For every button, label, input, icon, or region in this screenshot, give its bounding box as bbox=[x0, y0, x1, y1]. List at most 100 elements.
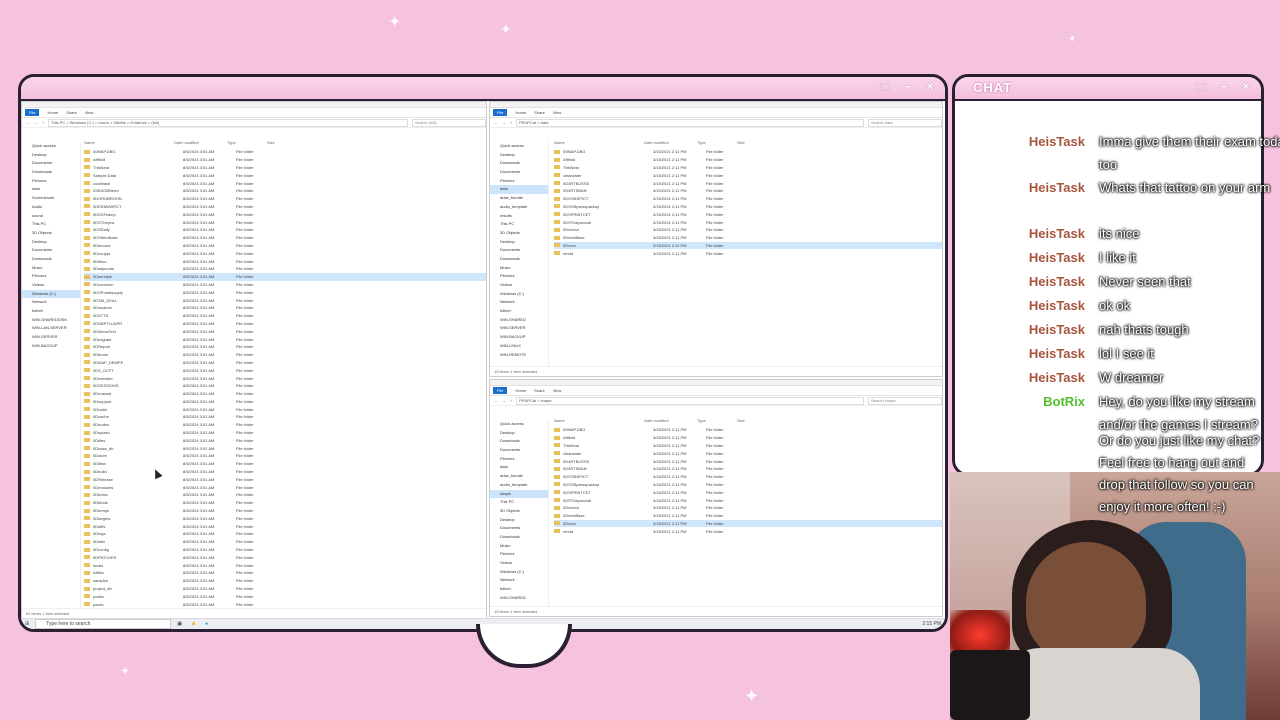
column-header[interactable]: Type bbox=[697, 140, 737, 148]
file-row[interactable]: ThisNear 3/15/2021 2:11 PM File folder bbox=[554, 442, 942, 450]
file-row[interactable]: 0DOROBRGHN 8/5/2024 3:51 AM File folder bbox=[84, 195, 486, 203]
file-row[interactable]: clearwater 3/15/2021 2:11 PM File folder bbox=[554, 171, 942, 179]
column-header[interactable]: Name bbox=[554, 140, 644, 148]
nav-item[interactable]: 3D Objects bbox=[490, 229, 548, 238]
nav-item[interactable]: Desktop bbox=[490, 238, 548, 247]
column-header[interactable]: Name bbox=[84, 140, 174, 148]
nav-item[interactable]: fullnet bbox=[22, 307, 80, 316]
file-row[interactable]: Afitfold 3/15/2021 2:11 PM File folder bbox=[554, 156, 942, 164]
file-row[interactable]: ThisNear 8/5/2024 3:51 AM File folder bbox=[84, 164, 486, 172]
column-header[interactable]: Size bbox=[737, 140, 767, 148]
file-row[interactable]: 0DSPortalsupply 8/5/2024 3:51 AM File fo… bbox=[84, 288, 486, 296]
file-row[interactable]: 0DSOBpresspackup 3/15/2021 2:11 PM File … bbox=[554, 203, 942, 211]
file-row[interactable]: 0Dmodules 8/5/2024 3:51 AM File folder bbox=[84, 483, 486, 491]
ribbon-tab[interactable]: File bbox=[25, 109, 40, 116]
up-arrow-icon[interactable]: ↑ bbox=[510, 398, 512, 403]
file-row[interactable]: lvlfiles 8/5/2024 3:51 AM File folder bbox=[84, 569, 486, 577]
file-row[interactable]: 0Dsupport 8/5/2024 3:51 AM File folder bbox=[84, 398, 486, 406]
file-row[interactable]: 0Dbuild 8/5/2024 3:51 AM File folder bbox=[84, 468, 486, 476]
nav-item[interactable]: Desktop bbox=[22, 151, 80, 160]
nav-item[interactable]: Downloads bbox=[490, 437, 548, 446]
file-row[interactable]: 0DnewBase 3/15/2021 2:11 PM File folder bbox=[554, 234, 942, 242]
file-row[interactable]: 0D4RTBUSSS 3/15/2021 2:11 PM File folder bbox=[554, 457, 942, 465]
file-row[interactable]: 0Dtilton 8/5/2024 3:51 AM File folder bbox=[84, 257, 486, 265]
file-row[interactable]: 0Dbase_db 8/5/2024 3:51 AM File folder bbox=[84, 444, 486, 452]
explorer-search-input[interactable]: Search (full) bbox=[412, 118, 486, 127]
file-row[interactable]: 0Dcore 3/15/2021 2:11 PM File folder bbox=[554, 241, 942, 250]
column-header[interactable]: Date modified bbox=[174, 140, 227, 148]
file-row[interactable]: 0Dwiki 8/5/2024 3:51 AM File folder bbox=[84, 538, 486, 546]
file-row[interactable]: remtd 3/15/2021 2:11 PM File folder bbox=[554, 249, 942, 257]
nav-item[interactable]: This PC bbox=[490, 220, 548, 229]
file-row[interactable]: 0Docuppr 8/5/2024 3:51 AM File folder bbox=[84, 249, 486, 257]
ribbon-tab[interactable]: View bbox=[553, 110, 562, 115]
nav-item[interactable]: WIN-SHARED bbox=[490, 316, 548, 325]
nav-item[interactable]: WIN-LAN-SERVER bbox=[22, 324, 80, 333]
ribbon-tab[interactable]: View bbox=[85, 110, 94, 115]
file-row[interactable]: 0Dlogs 8/5/2024 3:51 AM File folder bbox=[84, 530, 486, 538]
nav-item[interactable]: Documents bbox=[22, 246, 80, 255]
file-row[interactable]: 0Dfuncs 8/5/2024 3:51 AM File folder bbox=[84, 491, 486, 499]
nav-item[interactable]: Documents bbox=[490, 524, 548, 533]
file-row[interactable]: 0Dwipeouts 8/5/2024 3:51 AM File folder bbox=[84, 265, 486, 273]
nav-item[interactable]: Network bbox=[22, 298, 80, 307]
file-row[interactable]: 0DSPRINTCET 3/15/2021 2:11 PM File folde… bbox=[554, 210, 942, 218]
file-row[interactable]: 0DSItemBase 8/5/2024 3:51 AM File folder bbox=[84, 234, 486, 242]
nav-item[interactable]: Documents bbox=[490, 446, 548, 455]
nav-item[interactable]: WIN-SERVER bbox=[22, 333, 80, 342]
nav-item[interactable]: data bbox=[22, 185, 80, 194]
edge-icon[interactable]: ● bbox=[205, 621, 208, 627]
up-arrow-icon[interactable]: ↑ bbox=[510, 120, 512, 125]
nav-item[interactable]: Downloads bbox=[490, 159, 548, 168]
nav-item[interactable]: Videos bbox=[490, 281, 548, 290]
nav-item[interactable]: data bbox=[490, 463, 548, 472]
file-row[interactable]: 0Dtemps 8/5/2024 3:51 AM File folder bbox=[84, 507, 486, 515]
file-row[interactable]: remtd 3/15/2021 2:11 PM File folder bbox=[554, 527, 942, 535]
file-row[interactable]: 0DOSBSPICT 3/15/2021 2:11 PM File folder bbox=[554, 195, 942, 203]
file-row[interactable]: 0Dtiles 8/5/2024 3:51 AM File folder bbox=[84, 436, 486, 444]
file-row[interactable]: 0DNBPTLUAPR 8/5/2024 3:51 AM File folder bbox=[84, 320, 486, 328]
nav-item[interactable]: WIN-REMOTE bbox=[490, 351, 548, 360]
file-row[interactable]: project_db 8/5/2024 3:51 AM File folder bbox=[84, 585, 486, 593]
file-row[interactable]: 0Dconfig 8/5/2024 3:51 AM File folder bbox=[84, 546, 486, 554]
nav-item[interactable]: WIN-LINUX bbox=[490, 342, 548, 351]
nav-item[interactable]: Pictures bbox=[22, 272, 80, 281]
column-header[interactable]: Type bbox=[697, 418, 737, 426]
ribbon-tab[interactable]: View bbox=[553, 388, 562, 393]
nav-item[interactable]: fullnet bbox=[490, 307, 548, 316]
file-row[interactable]: Afitfold 3/15/2021 2:11 PM File folder bbox=[554, 434, 942, 442]
column-header[interactable]: Size bbox=[737, 418, 767, 426]
ribbon-tab[interactable]: Share bbox=[66, 110, 77, 115]
forward-arrow-icon[interactable]: → bbox=[502, 398, 506, 403]
file-row[interactable]: 0Ddiffs 8/5/2024 3:51 AM File folder bbox=[84, 522, 486, 530]
nav-item[interactable]: Downloads bbox=[22, 255, 80, 264]
nav-item[interactable]: Pictures bbox=[22, 177, 80, 186]
ribbon-tab[interactable]: File bbox=[493, 109, 508, 116]
nav-item[interactable]: audio_template bbox=[490, 481, 548, 490]
nav-item[interactable]: Windows (C:) bbox=[22, 289, 80, 299]
file-row[interactable]: 0Dmigrate 8/5/2024 3:51 AM File folder bbox=[84, 335, 486, 343]
column-header[interactable]: Name bbox=[554, 418, 644, 426]
file-row[interactable]: 0Dforum 8/5/2024 3:51 AM File folder bbox=[84, 351, 486, 359]
file-row[interactable]: 0D4RTSBAN 3/15/2021 2:11 PM File folder bbox=[554, 187, 942, 195]
file-row[interactable]: Sample Data 8/5/2024 3:51 AM File folder bbox=[84, 171, 486, 179]
file-row[interactable]: 0DOSBSPICT 3/15/2021 2:11 PM File folder bbox=[554, 473, 942, 481]
nav-item[interactable]: Documents bbox=[22, 159, 80, 168]
nav-item[interactable]: This PC bbox=[22, 220, 80, 229]
file-row[interactable]: 0DDSTeamp 8/5/2024 3:51 AM File folder bbox=[84, 210, 486, 218]
file-row[interactable]: 0Dnodes 8/5/2024 3:51 AM File folder bbox=[84, 421, 486, 429]
ribbon-tab[interactable]: File bbox=[493, 387, 508, 394]
file-row[interactable]: 0SEAOBNeed 8/5/2024 3:51 AM File folder bbox=[84, 187, 486, 195]
nav-item[interactable]: Audio bbox=[22, 203, 80, 212]
column-header[interactable]: Size bbox=[267, 140, 297, 148]
file-row[interactable]: 0Dcore 3/15/2021 2:11 PM File folder bbox=[554, 519, 942, 528]
ribbon-tab[interactable]: Share bbox=[534, 388, 545, 393]
nav-item[interactable]: 3D Objects bbox=[22, 229, 80, 238]
nav-item[interactable]: Downloads bbox=[22, 168, 80, 177]
file-row[interactable]: 0DRelease 8/5/2024 3:51 AM File folder bbox=[84, 475, 486, 483]
file-row[interactable]: 0DMenuGrid 8/5/2024 3:51 AM File folder bbox=[84, 327, 486, 335]
file-row[interactable]: Afitfold 8/5/2024 3:51 AM File folder bbox=[84, 156, 486, 164]
back-arrow-icon[interactable]: ← bbox=[494, 120, 498, 125]
nav-item[interactable]: Windows (C:) bbox=[490, 568, 548, 577]
nav-item[interactable]: Windows (C:) bbox=[490, 290, 548, 299]
